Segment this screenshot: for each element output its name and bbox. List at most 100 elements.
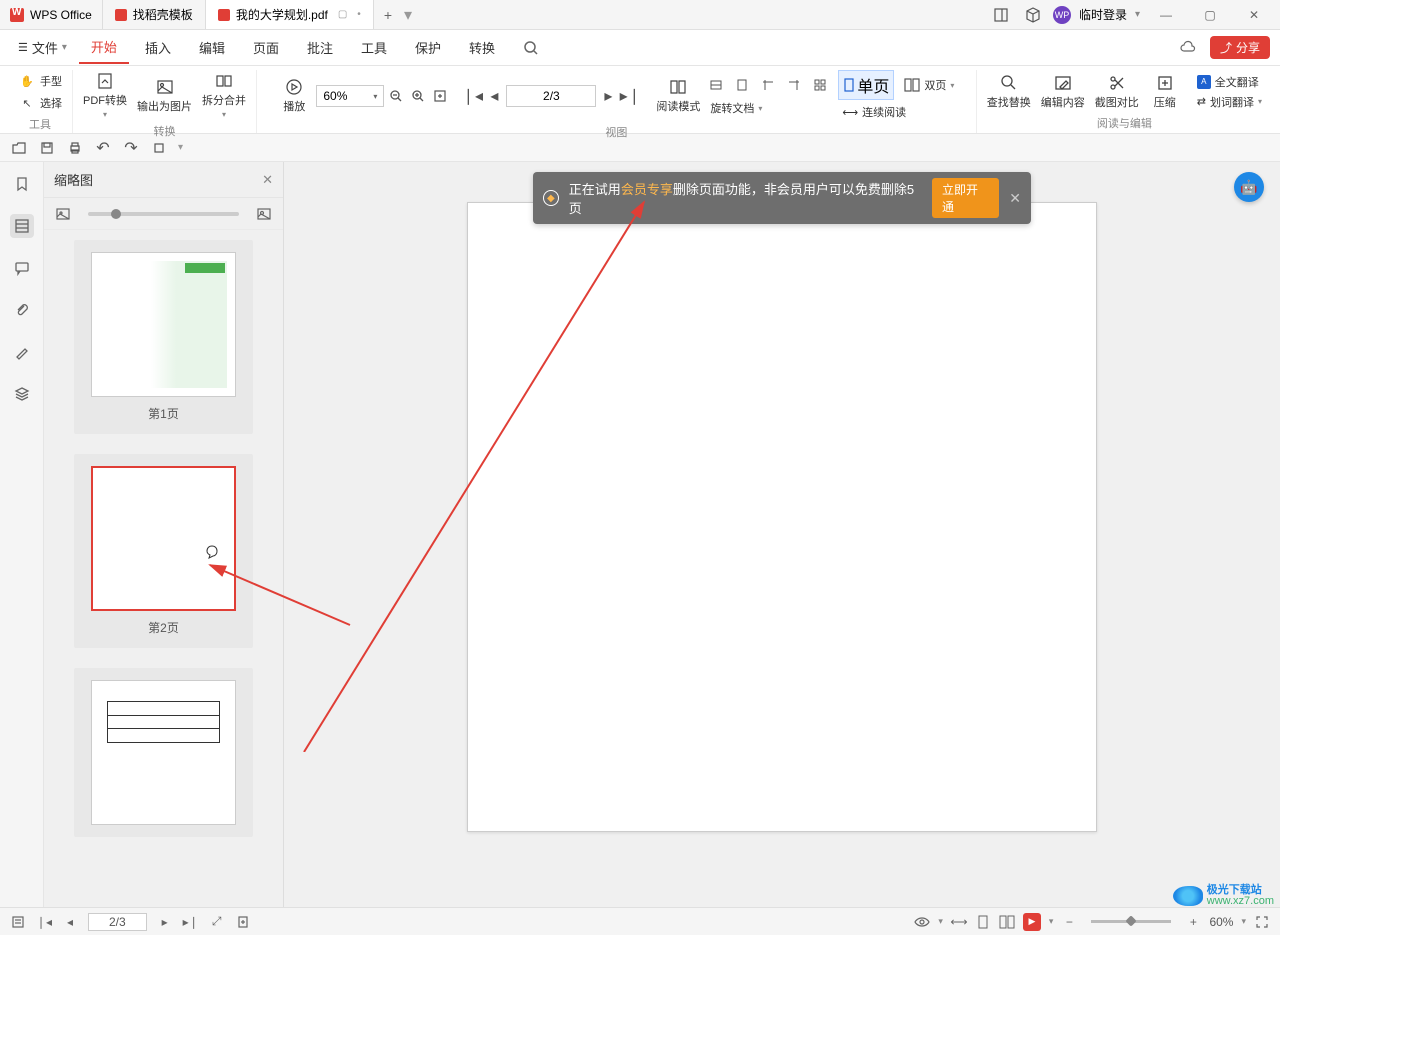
compress-button[interactable]: 压缩 (1145, 72, 1185, 112)
redo-button[interactable]: ↷ (122, 139, 140, 157)
hand-tool-button[interactable]: ✋手型 (14, 70, 66, 92)
zoom-in-button[interactable] (408, 85, 428, 107)
rotate-doc-button[interactable]: 旋转文档▾ (706, 98, 830, 118)
double-page-status[interactable] (999, 914, 1015, 930)
banner-close-button[interactable]: ✕ (1009, 190, 1021, 207)
insert-status-button[interactable] (235, 914, 251, 930)
tab-dropdown-icon[interactable]: ▢ (338, 9, 347, 20)
signature-panel-button[interactable] (10, 340, 34, 364)
next-page-button[interactable]: ▸ (598, 85, 618, 107)
crop-1-button[interactable] (758, 74, 778, 96)
last-page-status[interactable]: ▸❘ (183, 914, 199, 930)
next-page-status[interactable]: ▸ (157, 914, 173, 930)
export-image-button[interactable]: 输出为图片 (133, 76, 196, 116)
comment-panel-button[interactable] (10, 256, 34, 280)
screenshot-compare-button[interactable]: 截图对比 (1091, 72, 1143, 112)
single-page-button[interactable]: 单页 (838, 70, 894, 100)
share-button[interactable]: ⤴ 分享 (1210, 36, 1270, 59)
full-translate-button[interactable]: A全文翻译 (1193, 72, 1266, 92)
menu-insert[interactable]: 插入 (133, 32, 183, 64)
zoom-out-button[interactable] (386, 85, 406, 107)
tab-dropdown[interactable]: ▾ (404, 5, 412, 25)
fit-width-button[interactable] (706, 74, 726, 96)
maximize-button[interactable]: ▢ (1192, 0, 1228, 30)
eye-icon[interactable] (914, 914, 930, 930)
close-panel-button[interactable]: ✕ (262, 172, 273, 188)
bookmark-panel-button[interactable] (10, 172, 34, 196)
thumbnail-list[interactable]: 第1页 第2页 (44, 230, 283, 907)
zoom-in-status[interactable]: + (1185, 914, 1201, 930)
page-input[interactable] (506, 85, 596, 107)
jump-status-button[interactable]: ⤢ (209, 914, 225, 930)
menu-start[interactable]: 开始 (79, 32, 129, 64)
minimize-button[interactable]: — (1148, 0, 1184, 30)
tab-template-shop[interactable]: 找稻壳模板 (103, 0, 206, 29)
fit-button[interactable] (430, 85, 450, 107)
tab-more-icon[interactable]: • (357, 9, 361, 20)
fit-width-status[interactable]: ⟷ (951, 914, 967, 930)
file-menu[interactable]: ☰ 文件 ▾ (10, 38, 75, 57)
zoom-select[interactable]: 60%▾ (316, 85, 384, 107)
save-button[interactable] (38, 139, 56, 157)
thumbnail-page-3[interactable] (74, 668, 253, 837)
play-button[interactable]: 播放 (274, 76, 314, 116)
user-avatar[interactable]: WP (1053, 6, 1071, 24)
status-page-number[interactable]: 2/3 (88, 913, 147, 931)
select-tool-button[interactable]: ↖选择 (14, 92, 66, 114)
quick-dropdown[interactable]: ▾ (178, 142, 183, 153)
open-button[interactable] (10, 139, 28, 157)
panel-icon[interactable] (989, 3, 1013, 27)
cube-icon[interactable] (1021, 3, 1045, 27)
menu-annotate[interactable]: 批注 (295, 32, 345, 64)
tab-current-document[interactable]: 我的大学规划.pdf ▢ • (206, 0, 374, 29)
thumb-image-large-icon[interactable] (255, 205, 273, 223)
menu-convert[interactable]: 转换 (457, 32, 507, 64)
menu-search[interactable] (511, 32, 551, 64)
attachment-panel-button[interactable] (10, 298, 34, 322)
toc-status-button[interactable] (10, 914, 26, 930)
close-button[interactable]: ✕ (1236, 0, 1272, 30)
prev-page-status[interactable]: ◂ (62, 914, 78, 930)
double-page-button[interactable]: 双页▾ (900, 75, 958, 95)
play-status-button[interactable]: ▶ (1023, 913, 1041, 931)
thumbnail-page-1[interactable]: 第1页 (74, 240, 253, 434)
edit-content-button[interactable]: 编辑内容 (1037, 72, 1089, 112)
first-page-status[interactable]: ❘◂ (36, 914, 52, 930)
thumbnail-panel-button[interactable] (10, 214, 34, 238)
menu-edit[interactable]: 编辑 (187, 32, 237, 64)
word-translate-button[interactable]: ⇄划词翻译▾ (1193, 92, 1266, 112)
zoom-out-status[interactable]: − (1061, 914, 1077, 930)
menu-page[interactable]: 页面 (241, 32, 291, 64)
thumbnail-page-2[interactable]: 第2页 (74, 454, 253, 648)
cloud-icon[interactable] (1176, 36, 1200, 60)
print-button[interactable] (66, 139, 84, 157)
reading-mode-button[interactable]: 阅读模式 (652, 76, 704, 116)
find-replace-button[interactable]: 查找替换 (983, 72, 1035, 112)
login-dropdown-icon[interactable]: ▾ (1135, 9, 1140, 20)
crop-2-button[interactable] (784, 74, 804, 96)
upgrade-button[interactable]: 立即开通 (932, 178, 999, 218)
continuous-button[interactable]: ⟷连续阅读 (838, 102, 958, 122)
thumb-size-slider[interactable] (88, 212, 239, 216)
first-page-button[interactable]: ❘◂ (462, 85, 482, 107)
more-quick-button[interactable] (150, 139, 168, 157)
menu-tools[interactable]: 工具 (349, 32, 399, 64)
last-page-button[interactable]: ▸❘ (620, 85, 640, 107)
login-label[interactable]: 临时登录 (1079, 6, 1127, 23)
document-viewer[interactable]: ◆ 正在试用会员专享删除页面功能，非会员用户可以免费删除5页 立即开通 ✕ 🤖 (284, 162, 1280, 907)
prev-page-button[interactable]: ◂ (484, 85, 504, 107)
pdf-convert-button[interactable]: PDF转换▾ (79, 70, 131, 121)
menu-protect[interactable]: 保护 (403, 32, 453, 64)
zoom-slider[interactable] (1091, 920, 1171, 923)
layers-panel-button[interactable] (10, 382, 34, 406)
single-page-status[interactable] (975, 914, 991, 930)
fullscreen-status[interactable] (1254, 914, 1270, 930)
grid-button[interactable] (810, 74, 830, 96)
split-merge-button[interactable]: 拆分合并▾ (198, 70, 250, 121)
thumb-image-icon[interactable] (54, 205, 72, 223)
new-tab-button[interactable]: + (374, 0, 402, 29)
fit-page-button[interactable] (732, 74, 752, 96)
undo-button[interactable]: ↶ (94, 139, 112, 157)
zoom-value-status[interactable]: 60% (1209, 915, 1233, 929)
ai-assistant-button[interactable]: 🤖 (1234, 172, 1264, 202)
